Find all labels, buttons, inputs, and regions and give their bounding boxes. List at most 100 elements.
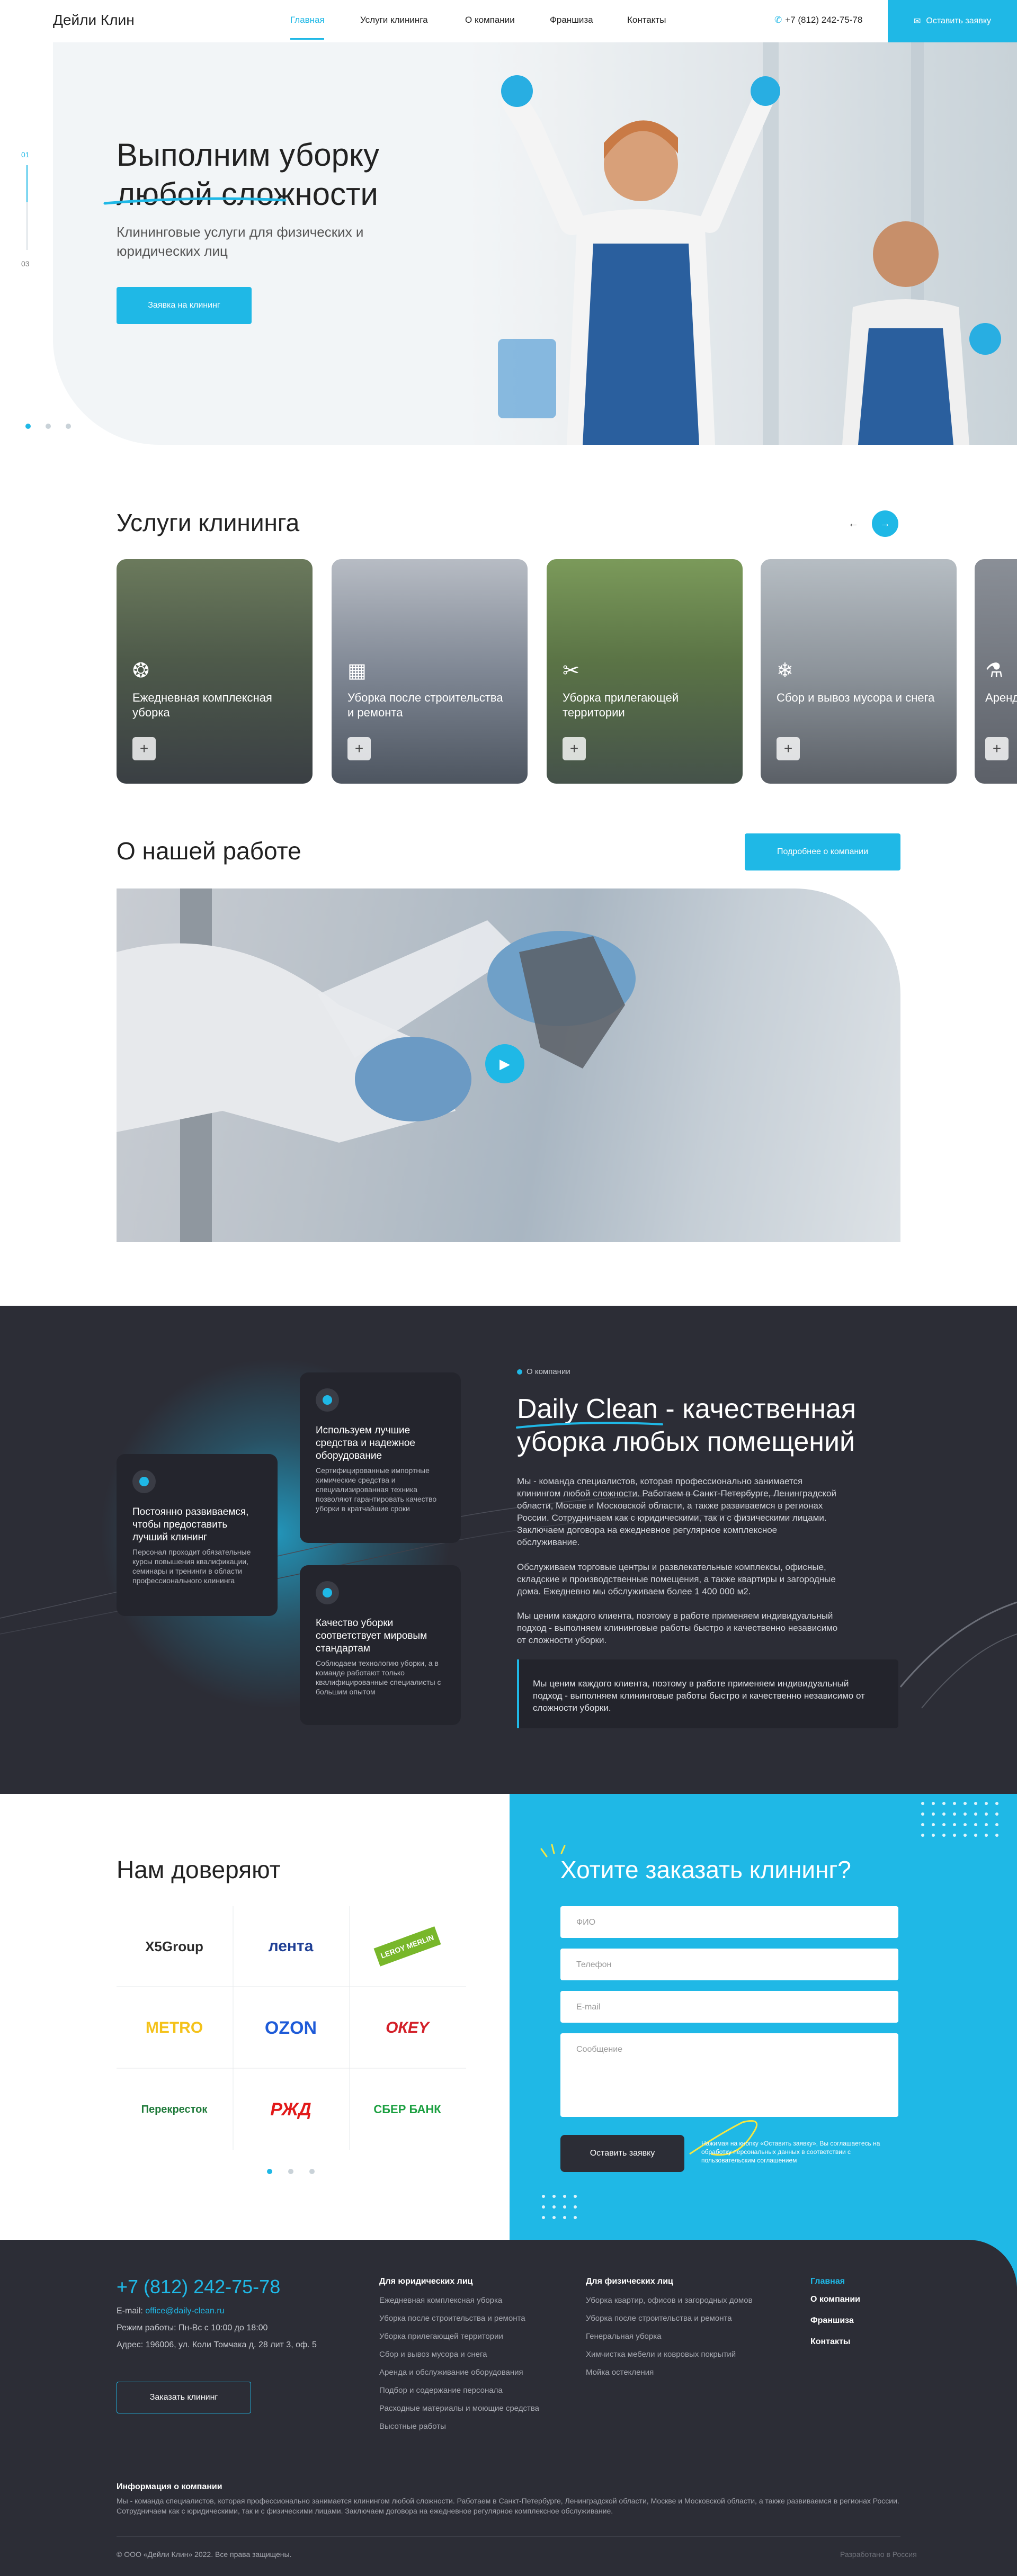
service-card[interactable]: ❄ Сбор и вывоз мусора и снега +: [761, 559, 957, 784]
footer-link[interactable]: Подбор и содержание персонала: [379, 2386, 503, 2395]
footer-link[interactable]: Ежедневная комплексная уборка: [379, 2296, 502, 2305]
consent-text: Нажимая на кнопку «Оставить заявку», Вы …: [701, 2140, 880, 2164]
footer-link[interactable]: Высотные работы: [379, 2422, 446, 2431]
brand-underline-swoosh: [516, 1422, 663, 1429]
leave-request-label: Оставить заявку: [926, 16, 992, 25]
footer-link[interactable]: Аренда и обслуживание оборудования: [379, 2368, 523, 2377]
service-card-label: Аренда оборудования: [985, 691, 1017, 704]
tools-icon: ✂: [563, 660, 579, 682]
video-play-button[interactable]: ▶: [485, 1044, 524, 1083]
client-logo-perekrestok: Перекресток: [117, 2069, 232, 2150]
services-title: Услуги клининга: [117, 509, 300, 536]
service-card[interactable]: ❂ Ежедневная комплексная уборка +: [117, 559, 313, 784]
hero-title-line-1: Выполним уборку: [117, 137, 379, 173]
header-phone-number: +7 (812) 242-75-78: [785, 15, 863, 25]
footer-nav-franchise[interactable]: Франшиза: [810, 2316, 854, 2326]
service-card[interactable]: ▦ Уборка после строительства и ремонта +: [332, 559, 528, 784]
plus-icon[interactable]: +: [132, 737, 156, 760]
service-card[interactable]: ✂ Уборка прилегающей территории +: [547, 559, 743, 784]
about-company-button[interactable]: Подробнее о компании: [745, 833, 900, 870]
footer-email: E-mail: office@daily-clean.ru: [117, 2306, 225, 2316]
company-kicker: О компании: [527, 1367, 570, 1376]
hero-subtitle: Клининговые услуги для физических и юрид…: [117, 224, 364, 259]
footer-address: Адрес: 196006, ул. Коли Томчака д. 28 ли…: [117, 2340, 317, 2349]
footer-phone[interactable]: +7 (812) 242-75-78: [117, 2276, 280, 2298]
plus-icon[interactable]: +: [563, 737, 586, 760]
email-field[interactable]: E-mail: [560, 1991, 898, 2023]
nav-item-contacts[interactable]: Контакты: [627, 15, 666, 25]
play-icon: ▶: [499, 1055, 510, 1072]
hero-dot-2[interactable]: [46, 424, 51, 429]
hero-dot-3[interactable]: [66, 424, 71, 429]
services-next-button[interactable]: →: [872, 510, 898, 537]
company-paragraph: Мы ценим каждого клиента, поэтому в рабо…: [517, 1611, 838, 1645]
footer-order-button[interactable]: Заказать клининг: [117, 2382, 251, 2413]
header-phone[interactable]: ✆ +7 (812) 242-75-78: [774, 15, 862, 25]
footer-nav-contacts[interactable]: Контакты: [810, 2337, 850, 2347]
name-field[interactable]: ФИО: [560, 1906, 898, 1938]
client-logo-lenta: лента: [233, 1906, 349, 1987]
footer-made-by[interactable]: Разработано в Россия: [840, 2550, 917, 2559]
trust-dot-1[interactable]: [267, 2169, 272, 2174]
quote-accent-bar: [517, 1659, 519, 1728]
footer-email-label: E-mail:: [117, 2306, 146, 2315]
trust-title: Нам доверяют: [117, 1856, 281, 1883]
footer-link[interactable]: Уборка после строительства и ремонта: [586, 2314, 732, 2323]
company-paragraph: Мы - команда специалистов, которая профе…: [517, 1476, 836, 1547]
plus-icon[interactable]: +: [777, 737, 800, 760]
nav-item-services[interactable]: Услуги клининга: [360, 15, 428, 25]
feature-dot-icon: [316, 1388, 339, 1412]
footer-link[interactable]: Мойка остекления: [586, 2368, 654, 2377]
hero-request-button[interactable]: Заявка на клининг: [117, 287, 252, 324]
slide-progress-fill: [26, 165, 28, 202]
okey-logo-text: ОКЕY: [386, 2019, 429, 2036]
footer-nav-home[interactable]: Главная: [810, 2277, 845, 2286]
feature-title: Постоянно развиваемся, чтобы предоставит…: [132, 1506, 249, 1543]
feature-card: Постоянно развиваемся, чтобы предоставит…: [117, 1454, 278, 1616]
feature-desc: Сертифицированные импортные химические с…: [316, 1466, 437, 1513]
footer-email-link[interactable]: office@daily-clean.ru: [145, 2306, 224, 2315]
nav-item-franchise[interactable]: Франшиза: [550, 15, 593, 25]
logo[interactable]: Дейли Клин: [53, 12, 135, 29]
lenta-logo-text: лента: [268, 1937, 314, 1955]
footer-link[interactable]: Сбор и вывоз мусора и снега: [379, 2350, 487, 2359]
ozon-logo-text: OZON: [264, 2017, 317, 2038]
submit-request-button[interactable]: Оставить заявку: [560, 2135, 684, 2172]
feature-desc: Соблюдаем технологию уборки, а в команде…: [316, 1659, 441, 1696]
footer-link[interactable]: Расходные материалы и моющие средства: [379, 2404, 539, 2413]
hero-dot-1[interactable]: [25, 424, 31, 429]
service-card-label: Ежедневная комплексная уборка: [132, 691, 272, 719]
client-logo-rzd: РЖД: [233, 2069, 349, 2150]
service-card-label: Сбор и вывоз мусора и снега: [777, 691, 935, 704]
trust-dot-2[interactable]: [288, 2169, 293, 2174]
footer-link[interactable]: Химчистка мебели и ковровых покрытий: [586, 2350, 736, 2359]
plus-icon[interactable]: +: [347, 737, 371, 760]
services-prev-button[interactable]: ←: [840, 510, 867, 537]
nav-item-about[interactable]: О компании: [465, 15, 515, 25]
feature-card: Качество уборки соответствует мировым ст…: [300, 1565, 461, 1725]
x5-logo-text: X5Group: [145, 1938, 203, 1954]
footer-nav-about[interactable]: О компании: [810, 2295, 860, 2304]
message-field[interactable]: Сообщение: [560, 2033, 898, 2117]
slide-counter-total: 03: [21, 259, 30, 268]
feature-card: Используем лучшие средства и надежное об…: [300, 1372, 461, 1543]
nav-active-indicator: [290, 38, 324, 40]
footer-link[interactable]: Уборка после строительства и ремонта: [379, 2314, 525, 2323]
sber-logo-text: СБЕР БАНК: [373, 2103, 441, 2116]
nav-item-home[interactable]: Главная: [290, 15, 325, 25]
trust-dot-3[interactable]: [309, 2169, 315, 2174]
footer-link[interactable]: Уборка прилегающей территории: [379, 2332, 503, 2341]
order-title: Хотите заказать клининг?: [560, 1856, 851, 1883]
phone-icon: ✆: [774, 15, 782, 25]
footer-link[interactable]: Генеральная уборка: [586, 2332, 661, 2341]
phone-field[interactable]: Телефон: [560, 1949, 898, 1980]
kicker-dot: [517, 1369, 522, 1375]
leave-request-button[interactable]: ✉ Оставить заявку: [888, 0, 1017, 42]
site-header: Дейли Клин Главная Услуги клининга О ком…: [0, 0, 1017, 42]
plus-icon[interactable]: +: [985, 737, 1009, 760]
mail-icon: ✉: [913, 17, 921, 26]
footer-link[interactable]: Уборка квартир, офисов и загородных домо…: [586, 2296, 753, 2305]
service-card-partial[interactable]: ⚗ Аренда оборудования +: [975, 559, 1017, 784]
footer-copyright: © ООО «Дейли Клин» 2022. Все права защищ…: [117, 2550, 292, 2559]
rzd-logo-text: РЖД: [270, 2099, 311, 2120]
